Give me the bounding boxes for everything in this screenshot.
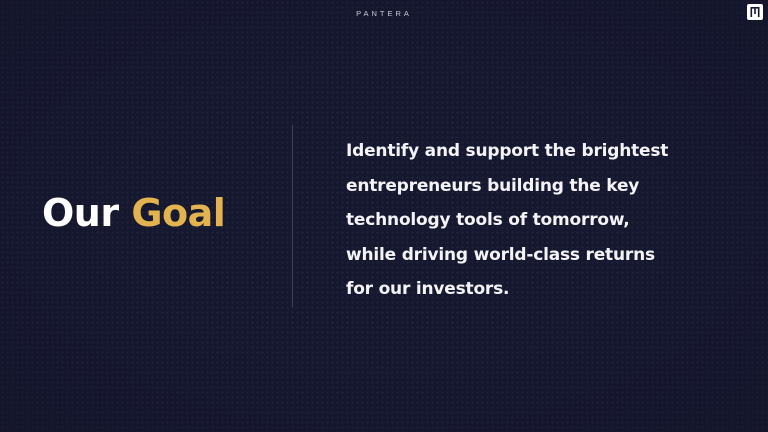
goal-statement: Identify and support the brightest entre… xyxy=(346,134,756,307)
page-title: Our Goal xyxy=(42,190,226,236)
pantera-mark-icon xyxy=(747,4,763,20)
statement-line: while driving world-class returns xyxy=(346,244,655,265)
statement-line: technology tools of tomorrow, xyxy=(346,210,630,230)
statement-line: Identify and support the brightest xyxy=(346,141,669,161)
statement-line: entrepreneurs building the key xyxy=(346,175,640,196)
brand-wordmark: PANTERA xyxy=(356,9,412,18)
title-word-our: Our xyxy=(42,191,119,235)
slide: PANTERA Our Goal Identify and support th… xyxy=(0,0,768,432)
statement-line: for our investors. xyxy=(346,279,510,299)
vertical-divider xyxy=(292,125,293,307)
title-word-goal: Goal xyxy=(131,191,226,235)
pantera-mark-glyph xyxy=(750,7,760,17)
